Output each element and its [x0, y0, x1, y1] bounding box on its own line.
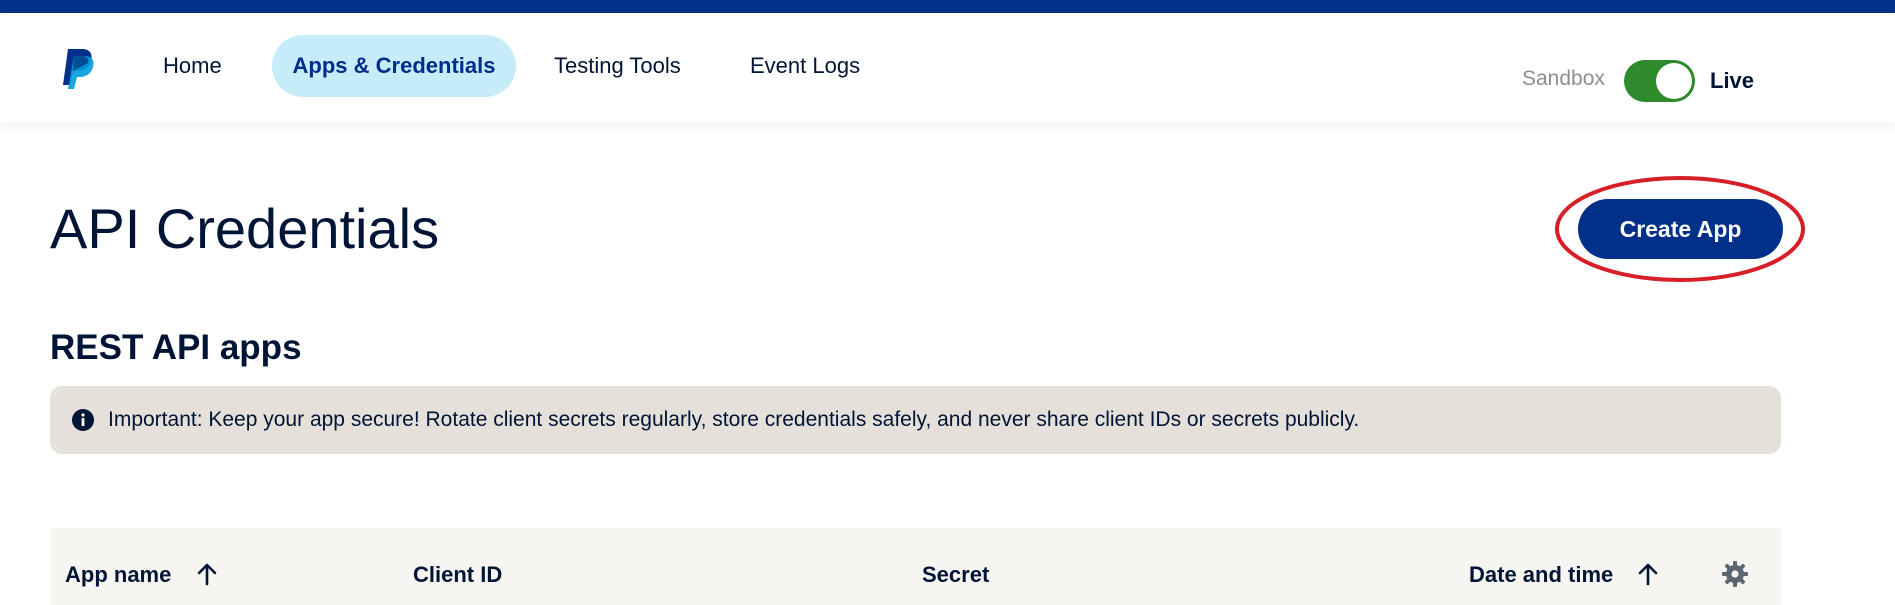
nav-home[interactable]: Home — [143, 35, 242, 97]
top-navigation: Home Apps & Credentials Testing Tools Ev… — [0, 13, 1895, 123]
nav-event-logs[interactable]: Event Logs — [730, 35, 880, 97]
notice-text: Important: Keep your app secure! Rotate … — [108, 408, 1360, 431]
create-app-button[interactable]: Create App — [1578, 199, 1783, 259]
column-app-name[interactable]: App name — [65, 562, 171, 588]
paypal-logo-icon[interactable] — [60, 47, 96, 89]
nav-testing-tools[interactable]: Testing Tools — [534, 35, 701, 97]
column-client-id: Client ID — [413, 562, 503, 587]
sort-arrow-up-icon[interactable] — [196, 562, 218, 586]
info-icon — [72, 409, 94, 431]
table-header: App name Client ID Secret Date and time — [50, 528, 1781, 605]
section-title: REST API apps — [50, 328, 302, 367]
security-notice: Important: Keep your app secure! Rotate … — [50, 386, 1781, 454]
toggle-knob — [1656, 63, 1692, 99]
live-label: Live — [1710, 68, 1755, 93]
create-app-area: Create App — [1553, 174, 1807, 284]
column-secret: Secret — [922, 562, 990, 587]
environment-toggle[interactable] — [1624, 60, 1695, 102]
page-title: API Credentials — [50, 197, 440, 260]
top-accent-bar — [0, 0, 1895, 13]
sandbox-label: Sandbox — [1522, 67, 1605, 90]
column-date-time[interactable]: Date and time — [1469, 562, 1613, 588]
gear-icon[interactable] — [1722, 561, 1748, 587]
sort-arrow-up-icon[interactable] — [1637, 562, 1659, 586]
nav-apps-credentials[interactable]: Apps & Credentials — [272, 35, 516, 97]
